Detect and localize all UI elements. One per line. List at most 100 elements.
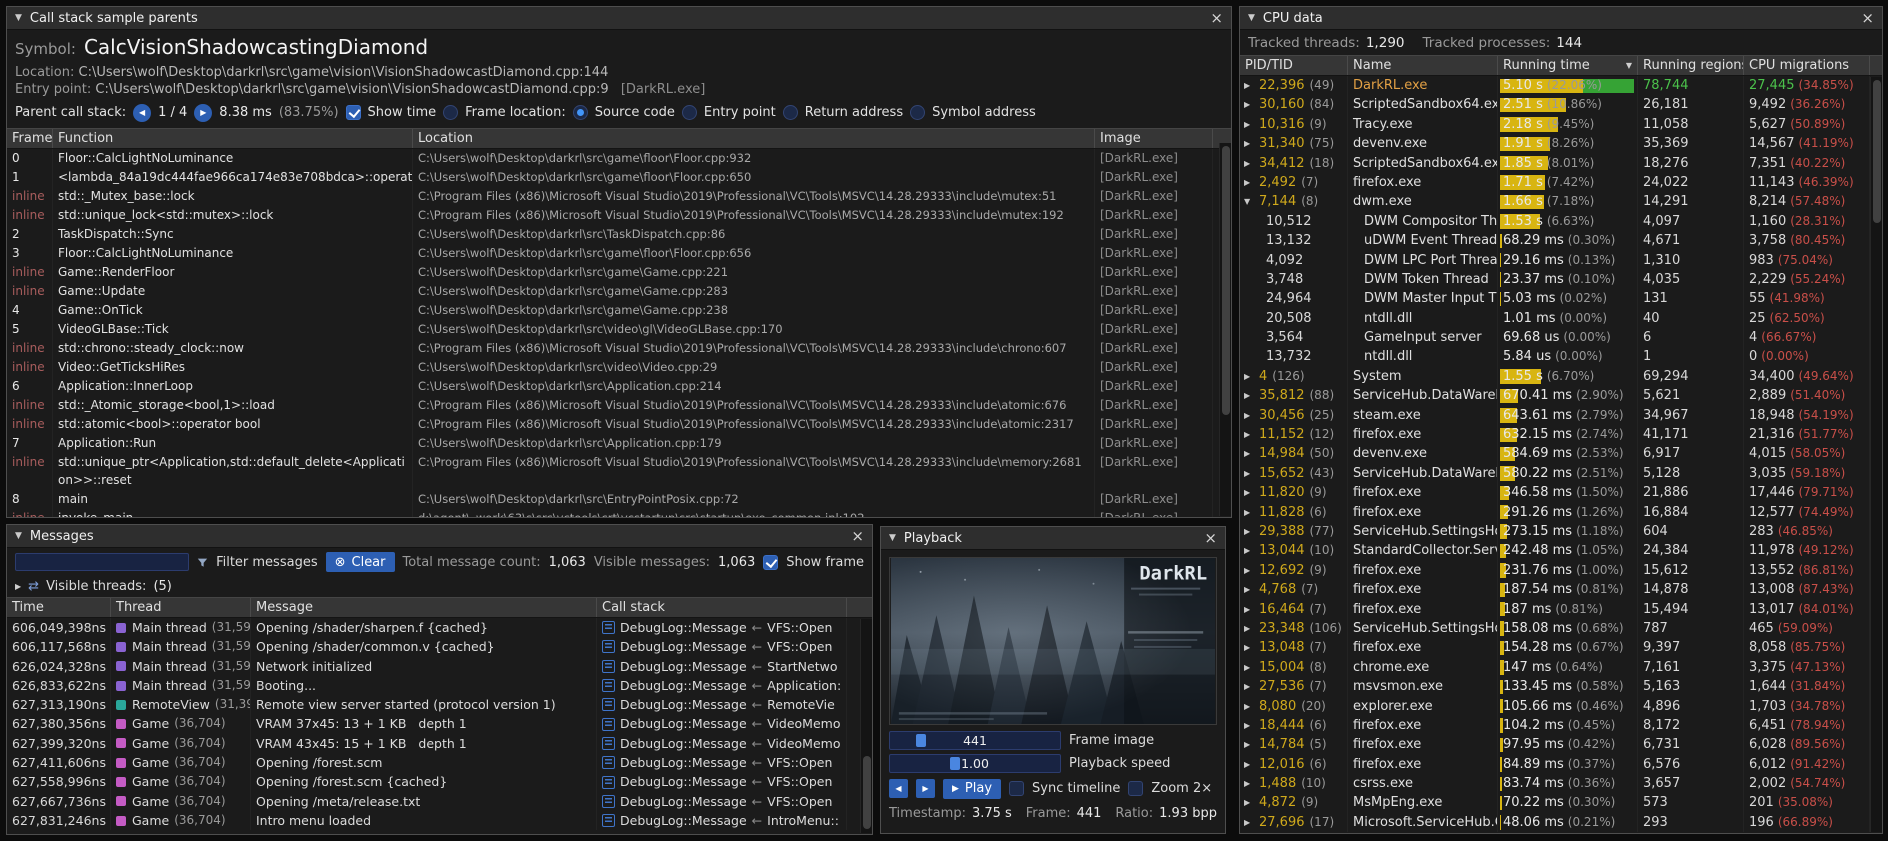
next-frame-button[interactable]: ▶ [916,779,935,798]
cpu-row[interactable]: 24,964DWM Master Input Threa5.03 ms(0.02… [1240,289,1882,308]
expand-icon[interactable]: ▶ [1244,774,1254,793]
column-name[interactable]: Name [1348,56,1498,75]
sync-timeline-checkbox[interactable] [1009,781,1024,796]
message-row[interactable]: 606,049,398nsMain thread(31,596)Opening … [7,618,872,637]
filter-input[interactable] [15,553,189,571]
cpu-row[interactable]: ▶11,820(9)firefox.exe346.58 ms(1.50%)21,… [1240,483,1882,502]
expand-icon[interactable]: ▶ [1244,716,1254,735]
prev-parent-button[interactable]: ◀ [133,104,151,122]
column-frame[interactable]: Frame [7,129,53,148]
source-code-radio[interactable] [573,105,588,120]
callstack-row[interactable]: 5VideoGLBase::TickC:\Users\wolf\Desktop\… [7,320,1231,339]
expand-icon[interactable]: ▶ [1244,367,1254,386]
expand-icon[interactable]: ▶ [1244,386,1254,405]
scrollbar-thumb[interactable] [863,756,871,829]
scrollbar-thumb[interactable] [1873,80,1881,223]
cpu-titlebar[interactable]: ▼ CPU data × [1240,7,1882,30]
expand-icon[interactable]: ▶ [1244,541,1254,560]
cpu-row[interactable]: ▶27,536(7)msvsmon.exe133.45 ms(0.58%)5,1… [1240,677,1882,696]
cpu-row[interactable]: ▶22,396(49)DarkRL.exe5.10 s(22.06%)78,74… [1240,76,1882,95]
callstack-row[interactable]: 0Floor::CalcLightNoLuminanceC:\Users\wol… [7,149,1231,168]
cpu-row[interactable]: ▶29,388(77)ServiceHub.SettingsHost273.15… [1240,522,1882,541]
cpu-row[interactable]: 3,564GameInput server69.68 us(0.00%)64(6… [1240,328,1882,347]
expand-icon[interactable]: ▶ [1244,580,1254,599]
cpu-row[interactable]: ▶4(126)System1.55 s(6.70%)69,29434,400(4… [1240,367,1882,386]
expand-icon[interactable]: ▶ [1244,638,1254,657]
collapse-icon[interactable]: ▼ [15,13,22,23]
cpu-row[interactable]: ▶4,872(9)MsMpEng.exe70.22 ms(0.30%)57320… [1240,793,1882,812]
expand-icon[interactable]: ▶ [1244,658,1254,677]
expand-icon[interactable]: ▶ [1244,813,1254,832]
callstack-cell[interactable]: DebugLog::Message←VFS::Open [597,637,847,656]
callstack-row[interactable]: 3Floor::CalcLightNoLuminanceC:\Users\wol… [7,244,1231,263]
cpu-row[interactable]: ▶4,768(7)firefox.exe187.54 ms(0.81%)14,8… [1240,580,1882,599]
cpu-row[interactable]: ▶1,488(10)csrss.exe83.74 ms(0.36%)3,6572… [1240,774,1882,793]
messages-scrollbar[interactable] [860,619,872,833]
callstack-row[interactable]: inlinestd::_Mutex_base::lockC:\Program F… [7,187,1231,206]
expand-icon[interactable]: ▶ [1244,619,1254,638]
callstack-row[interactable]: 8mainC:\Users\wolf\Desktop\darkrl\src\En… [7,490,1231,509]
column-running-time[interactable]: Running time▼ [1498,56,1638,75]
expand-icon[interactable]: ▶ [1244,76,1254,95]
callstack-cell[interactable]: DebugLog::Message←VideoMemo [597,714,847,733]
cpu-scrollbar[interactable] [1870,77,1882,832]
cpu-row[interactable]: ▶14,784(5)firefox.exe97.95 ms(0.42%)6,73… [1240,735,1882,754]
expand-icon[interactable]: ▶ [1244,522,1254,541]
cpu-row[interactable]: ▶31,340(75)devenv.exe1.91 s(8.26%)35,369… [1240,134,1882,153]
column-location[interactable]: Location [413,129,1095,148]
callstack-cell[interactable]: DebugLog::Message←VFS::Open [597,753,847,772]
column-message[interactable]: Message [251,598,597,617]
callstack-row[interactable]: inlinestd::_Atomic_storage<bool,1>::load… [7,396,1231,415]
cpu-row[interactable]: 3,748DWM Token Thread23.37 ms(0.10%)4,03… [1240,270,1882,289]
column-running-regions[interactable]: Running regions [1638,56,1744,75]
message-row[interactable]: 606,117,568nsMain thread(31,596)Opening … [7,637,872,656]
expand-icon[interactable]: ▶ [1244,95,1254,114]
message-row[interactable]: 627,667,736nsGame(36,704)Opening /meta/r… [7,792,872,811]
next-parent-button[interactable]: ▶ [194,104,212,122]
close-icon[interactable]: × [1204,531,1217,546]
cpu-row[interactable]: 10,512DWM Compositor Thread1.53 s(6.63%)… [1240,212,1882,231]
message-row[interactable]: 627,411,606nsGame(36,704)Opening /forest… [7,753,872,772]
callstack-cell[interactable]: DebugLog::Message←VFS::Open [597,772,847,791]
zoom-2x-checkbox[interactable] [1128,781,1143,796]
cpu-row[interactable]: ▶34,412(18)ScriptedSandbox64.exe1.85 s(8… [1240,154,1882,173]
column-image[interactable]: Image [1095,129,1213,148]
cpu-row[interactable]: ▶15,004(8)chrome.exe147 ms(0.64%)7,1613,… [1240,658,1882,677]
prev-frame-button[interactable]: ◀ [889,779,908,798]
slider-grab[interactable] [950,757,960,770]
return-address-radio[interactable] [783,105,798,120]
callstack-cell[interactable]: DebugLog::Message←VFS::Open [597,792,847,811]
callstack-cell[interactable]: DebugLog::Message←Application: [597,676,847,695]
callstack-row[interactable]: 1<lambda_84a19dc444fae966ca174e83e708bdc… [7,168,1231,187]
cpu-row[interactable]: ▶16,464(7)firefox.exe187 ms(0.81%)15,494… [1240,600,1882,619]
frame-image-slider[interactable]: 441 [889,731,1061,750]
collapse-icon[interactable]: ▼ [889,533,896,543]
clear-button[interactable]: ⊗ Clear [326,552,395,572]
entry-point-radio[interactable] [682,105,697,120]
messages-titlebar[interactable]: ▼ Messages × [7,525,872,548]
expand-icon[interactable]: ▶ [1244,755,1254,774]
show-frame-checkbox[interactable] [763,555,778,570]
collapse-icon[interactable]: ▼ [15,531,22,541]
expand-icon[interactable]: ▶ [15,582,21,591]
cpu-row[interactable]: ▶11,828(6)firefox.exe291.26 ms(1.26%)16,… [1240,503,1882,522]
expand-icon[interactable]: ▶ [1244,600,1254,619]
collapse-icon[interactable]: ▼ [1248,13,1255,23]
callstack-row[interactable]: inlineinvoke_maind:\agent\_work\63\s\src… [7,509,1231,517]
callstack-row[interactable]: inlinestd::unique_ptr<Application,std::d… [7,453,1231,490]
column-function[interactable]: Function [53,129,413,148]
expand-icon[interactable]: ▶ [1244,154,1254,173]
frame-location-radio[interactable] [443,105,458,120]
expand-icon[interactable]: ▶ [1244,503,1254,522]
expand-icon[interactable]: ▶ [1244,464,1254,483]
cpu-row[interactable]: ▶27,696(17)Microsoft.ServiceHub.Co48.06 … [1240,813,1882,832]
close-icon[interactable]: × [1210,11,1223,26]
message-row[interactable]: 627,313,190nsRemoteView(31,392)Remote vi… [7,695,872,714]
expand-icon[interactable]: ▶ [1244,697,1254,716]
playback-titlebar[interactable]: ▼ Playback × [881,527,1225,550]
column-callstack[interactable]: Call stack [597,598,847,617]
cpu-row[interactable]: ▶30,456(25)steam.exe643.61 ms(2.79%)34,9… [1240,406,1882,425]
cpu-row[interactable]: 13,732ntdll.dll5.84 us(0.00%)10(0.00%) [1240,347,1882,366]
expand-icon[interactable]: ▶ [1244,735,1254,754]
cpu-row[interactable]: 4,092DWM LPC Port Thread29.16 ms(0.13%)1… [1240,251,1882,270]
